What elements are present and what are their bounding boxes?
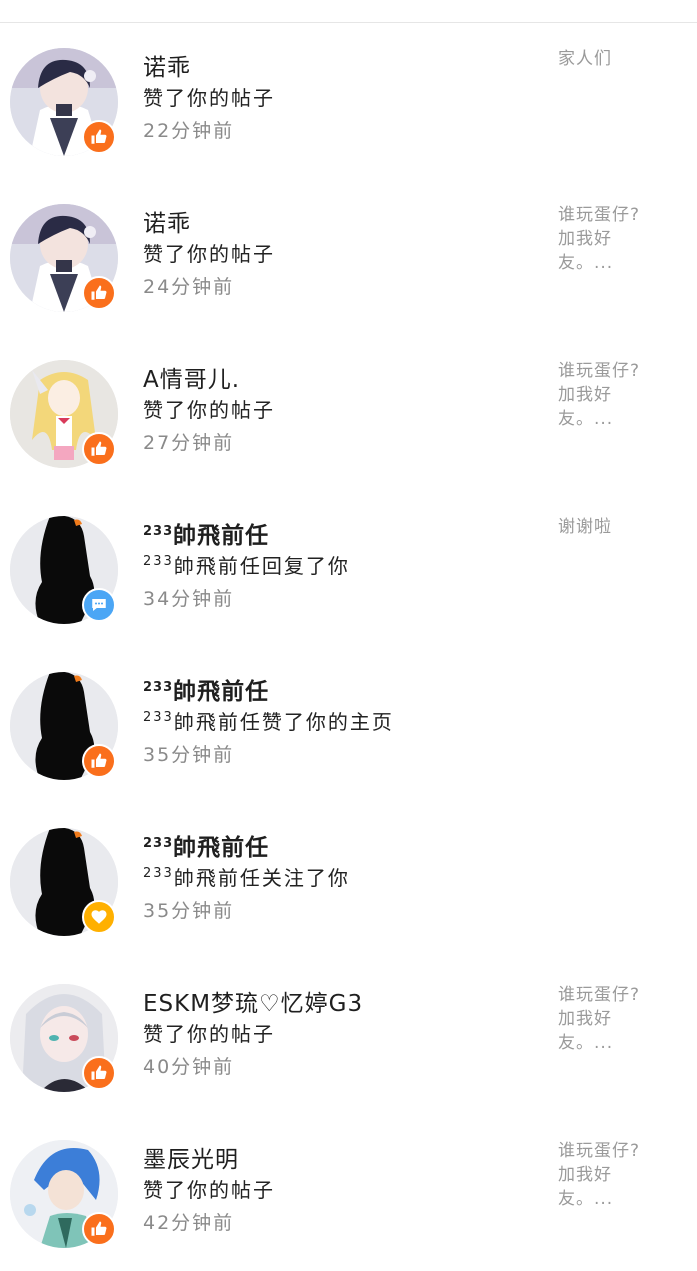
- notification-action: 233帥飛前任回复了你: [143, 550, 350, 579]
- action-prefix: 233: [143, 710, 174, 725]
- thumbs-up-icon: [91, 1221, 107, 1236]
- user-name-text: 帥飛前任: [173, 679, 270, 705]
- timestamp: 40分钟前: [143, 1056, 235, 1078]
- user-name[interactable]: A情哥儿.: [143, 360, 240, 394]
- list-item[interactable]: 233帥飛前任 233帥飛前任关注了你 35分钟前: [0, 803, 697, 959]
- user-name[interactable]: 诺乖: [143, 204, 191, 238]
- notification-action: 赞了你的帖子: [143, 242, 275, 266]
- timestamp: 27分钟前: [143, 432, 235, 454]
- user-name-text: 帥飛前任: [173, 523, 270, 549]
- user-name[interactable]: 墨辰光明: [143, 1140, 239, 1174]
- like-badge: [82, 432, 116, 466]
- like-badge: [82, 744, 116, 778]
- action-text: 帥飛前任赞了你的主页: [173, 710, 394, 734]
- heart-icon: [91, 910, 107, 924]
- user-name[interactable]: ESKM梦琉♡忆婷G3: [143, 984, 363, 1018]
- timestamp: 34分钟前: [143, 588, 235, 610]
- post-preview[interactable]: 谁玩蛋仔?加我好友。...: [558, 1139, 658, 1211]
- timestamp: 22分钟前: [143, 120, 235, 142]
- timestamp: 35分钟前: [143, 744, 235, 766]
- user-name[interactable]: 诺乖: [143, 48, 191, 82]
- post-preview[interactable]: 谁玩蛋仔?加我好友。...: [558, 359, 658, 431]
- list-item[interactable]: 诺乖 赞了你的帖子 24分钟前 谁玩蛋仔?加我好友。...: [0, 179, 697, 335]
- timestamp: 24分钟前: [143, 276, 235, 298]
- like-badge: [82, 120, 116, 154]
- user-name-prefix: 233: [143, 680, 174, 695]
- reply-badge: [82, 588, 116, 622]
- user-name[interactable]: 233帥飛前任: [143, 828, 269, 862]
- user-name-prefix: 233: [143, 524, 174, 539]
- action-prefix: 233: [143, 554, 174, 569]
- thumbs-up-icon: [91, 285, 107, 300]
- like-badge: [82, 276, 116, 310]
- thumbs-up-icon: [91, 129, 107, 144]
- notification-action: 赞了你的帖子: [143, 1022, 275, 1046]
- list-item[interactable]: 233帥飛前任 233帥飛前任回复了你 34分钟前 谢谢啦: [0, 491, 697, 647]
- notification-action: 233帥飛前任关注了你: [143, 862, 350, 891]
- list-item[interactable]: 诺乖 赞了你的帖子 22分钟前 家人们: [0, 23, 697, 179]
- post-preview[interactable]: 家人们: [558, 47, 658, 71]
- user-name[interactable]: 233帥飛前任: [143, 672, 269, 706]
- follow-badge: [82, 900, 116, 934]
- notification-list: 诺乖 赞了你的帖子 22分钟前 家人们 诺乖 赞了你的帖子 24分钟前 谁玩蛋仔…: [0, 23, 697, 1271]
- post-preview[interactable]: 谁玩蛋仔?加我好友。...: [558, 983, 658, 1055]
- thumbs-up-icon: [91, 1065, 107, 1080]
- notification-action: 赞了你的帖子: [143, 86, 275, 110]
- notification-action: 赞了你的帖子: [143, 398, 275, 422]
- post-preview[interactable]: 谢谢啦: [558, 515, 658, 539]
- like-badge: [82, 1056, 116, 1090]
- action-text: 帥飛前任回复了你: [173, 554, 350, 578]
- list-item[interactable]: ESKM梦琉♡忆婷G3 赞了你的帖子 40分钟前 谁玩蛋仔?加我好友。...: [0, 959, 697, 1115]
- notification-action: 赞了你的帖子: [143, 1178, 275, 1202]
- like-badge: [82, 1212, 116, 1246]
- list-item[interactable]: 233帥飛前任 233帥飛前任赞了你的主页 35分钟前: [0, 647, 697, 803]
- thumbs-up-icon: [91, 441, 107, 456]
- thumbs-up-icon: [91, 753, 107, 768]
- action-prefix: 233: [143, 866, 174, 881]
- timestamp: 42分钟前: [143, 1212, 235, 1234]
- post-preview[interactable]: 谁玩蛋仔?加我好友。...: [558, 203, 658, 275]
- chat-bubble-icon: [92, 599, 106, 611]
- notification-action: 233帥飛前任赞了你的主页: [143, 706, 394, 735]
- list-item[interactable]: 墨辰光明 赞了你的帖子 42分钟前 谁玩蛋仔?加我好友。...: [0, 1115, 697, 1271]
- timestamp: 35分钟前: [143, 900, 235, 922]
- list-item[interactable]: A情哥儿. 赞了你的帖子 27分钟前 谁玩蛋仔?加我好友。...: [0, 335, 697, 491]
- action-text: 帥飛前任关注了你: [173, 866, 350, 890]
- user-name-prefix: 233: [143, 836, 174, 851]
- user-name[interactable]: 233帥飛前任: [143, 516, 269, 550]
- user-name-text: 帥飛前任: [173, 835, 270, 861]
